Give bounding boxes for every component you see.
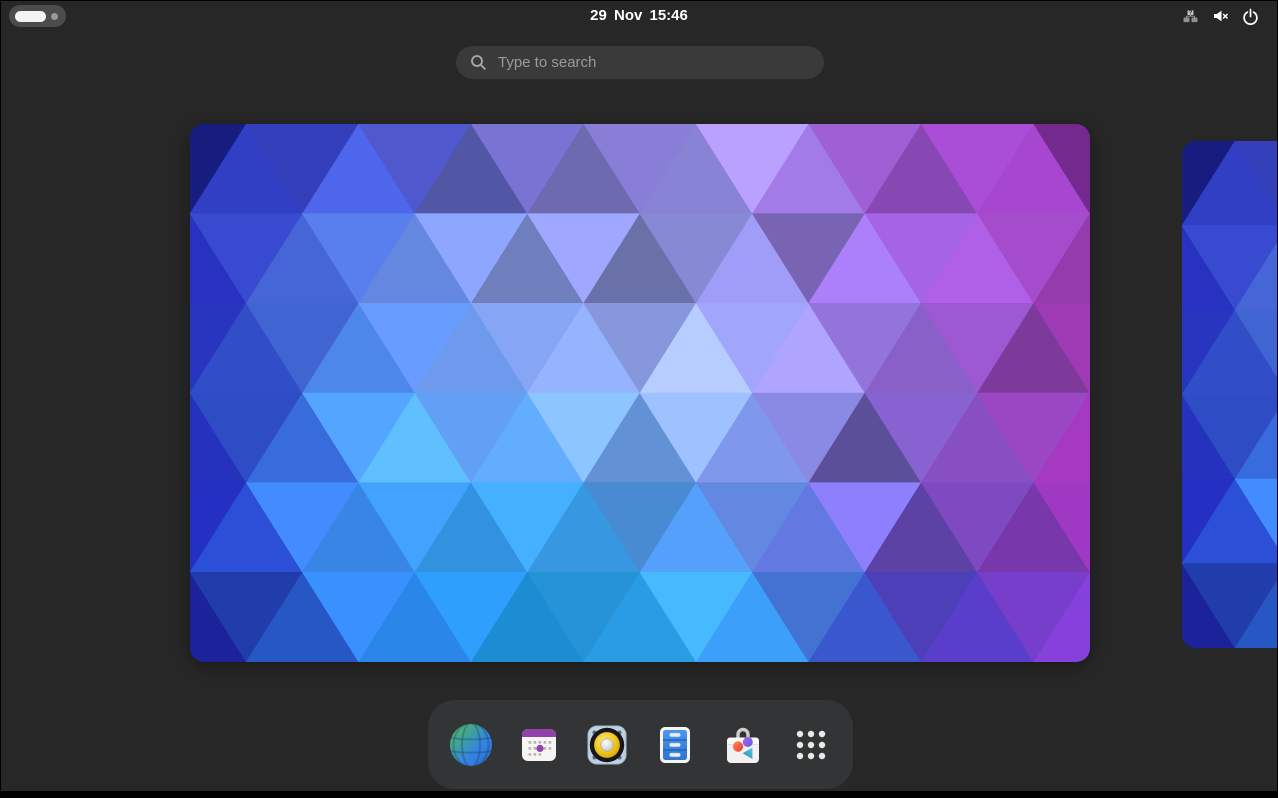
network-unknown-icon: ?	[1182, 8, 1199, 24]
system-status-area[interactable]: ?	[1178, 1, 1263, 31]
clock[interactable]: 29 Nov 15:46	[590, 1, 688, 31]
show-apps-grid-icon	[787, 721, 835, 769]
gnome-shell-overview: 29 Nov 15:46 ?	[0, 0, 1278, 798]
dash-app-files[interactable]	[647, 717, 703, 773]
calendar-icon	[515, 721, 563, 769]
wallpaper-workspace-1	[190, 124, 1090, 662]
activities-workspace-indicator[interactable]	[9, 5, 66, 27]
workspace-thumbnail-2[interactable]	[1182, 141, 1278, 648]
svg-text:?: ?	[1189, 10, 1193, 17]
files-cabinet-icon	[651, 721, 699, 769]
dash-app-web[interactable]	[443, 717, 499, 773]
search-bar[interactable]	[456, 46, 824, 79]
screen-bottom-edge	[1, 791, 1277, 797]
active-workspace-pill	[15, 11, 46, 22]
wallpaper-workspace-2	[1182, 141, 1278, 648]
dash-app-software[interactable]	[715, 717, 771, 773]
software-store-bag-icon	[719, 721, 767, 769]
show-apps-button[interactable]	[783, 717, 839, 773]
power-icon	[1242, 8, 1259, 25]
inactive-workspace-dot	[51, 13, 58, 20]
dash-app-music[interactable]	[579, 717, 635, 773]
top-bar: 29 Nov 15:46 ?	[1, 1, 1277, 31]
volume-muted-icon	[1212, 8, 1229, 24]
dash-app-calendar[interactable]	[511, 717, 567, 773]
search-input[interactable]	[456, 46, 824, 79]
workspace-thumbnail-1[interactable]	[190, 124, 1090, 662]
music-speaker-icon	[583, 721, 631, 769]
dash	[428, 700, 853, 789]
web-browser-globe-icon	[447, 721, 495, 769]
